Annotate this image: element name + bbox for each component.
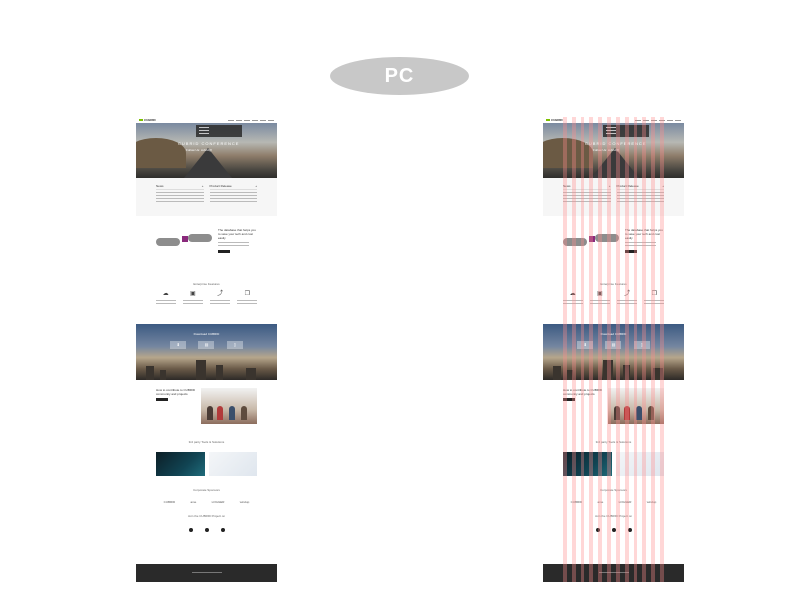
mockup-col1-title: News bbox=[156, 184, 164, 188]
mockup-city-title: Download CUBRID bbox=[600, 332, 627, 336]
download-icon[interactable]: ⬇ bbox=[577, 341, 594, 349]
document-icon[interactable]: ▯ bbox=[633, 341, 650, 349]
mockup-more-button[interactable] bbox=[218, 250, 230, 253]
mockup-contrib-heading: How to contribute to CUBRID community an… bbox=[563, 388, 603, 396]
sponsor-logo[interactable]: CUBRID bbox=[164, 500, 176, 504]
mockup-hero: CUBRID CONFERENCE Follow Us: cubrid@ bbox=[543, 123, 684, 178]
mockup-hands-heading: The database that helps you to save your… bbox=[218, 228, 256, 240]
mockup-sponsors: CUBRID ame LOGGER windup bbox=[136, 496, 277, 508]
cloud-icon: ☁ bbox=[162, 291, 169, 297]
github-icon[interactable] bbox=[595, 528, 600, 532]
mockup-contrib-section: How to contribute to CUBRID community an… bbox=[136, 380, 277, 434]
sponsor-logo[interactable]: ame bbox=[597, 500, 603, 504]
mockup-logo: CUBRID bbox=[546, 118, 563, 122]
pc-label-pill: PC bbox=[330, 57, 469, 95]
social-icon[interactable] bbox=[220, 528, 225, 532]
chart-icon: ⤴ bbox=[624, 291, 631, 297]
cloud-icon: ☁ bbox=[569, 291, 576, 297]
mockup-features: ☁ ▣ ⤴ ❐ bbox=[136, 290, 277, 316]
sponsor-logo[interactable]: LOGGER bbox=[619, 500, 632, 504]
mockup-hands-section: The database that helps you to save your… bbox=[136, 216, 277, 276]
social-icon[interactable] bbox=[627, 528, 632, 532]
mockup-tools-title: 3rd party Tools & Solutions bbox=[595, 440, 632, 444]
mockup-hero-subtitle: Follow Us: cubrid@ bbox=[186, 148, 213, 152]
book-icon[interactable]: ▤ bbox=[605, 341, 622, 349]
mockup-col2-title: Product Release bbox=[616, 184, 639, 188]
chart-icon: ⤴ bbox=[217, 291, 224, 297]
mockup-city-title: Download CUBRID bbox=[193, 332, 220, 336]
mockup-features-title: Enterprise Features bbox=[193, 282, 220, 286]
image-icon: ▣ bbox=[597, 291, 603, 297]
mockup-dropdown-menu bbox=[196, 125, 242, 137]
mockup-hero-subtitle: Follow Us: cubrid@ bbox=[593, 148, 620, 152]
sponsor-logo[interactable]: LOGGER bbox=[212, 500, 225, 504]
mockup-tool-card-light[interactable] bbox=[208, 452, 257, 476]
pc-mockup-left: CUBRID CUBRID CONFERENCE Follow Us: cubr… bbox=[136, 117, 277, 582]
mockup-sponsors-title: Corporate Sponsors bbox=[193, 488, 220, 492]
document-icon[interactable]: ▯ bbox=[226, 341, 243, 349]
mockup-tool-card-light[interactable] bbox=[615, 452, 664, 476]
mockup-tool-card-dark[interactable] bbox=[563, 452, 612, 476]
mockup-city-banner: Download CUBRID ⬇ ▤ ▯ bbox=[136, 324, 277, 380]
mockup-join-title: Join the CUBRID Project on bbox=[594, 514, 633, 518]
github-icon[interactable] bbox=[188, 528, 193, 532]
mockup-hands-heading: The database that helps you to save your… bbox=[625, 228, 663, 240]
download-icon[interactable]: ⬇ bbox=[170, 341, 187, 349]
mockup-tool-card-dark[interactable] bbox=[156, 452, 205, 476]
sponsor-logo[interactable]: windup bbox=[240, 500, 250, 504]
mockup-hands-image bbox=[156, 228, 212, 258]
mockup-sponsors-title: Corporate Sponsors bbox=[600, 488, 627, 492]
mockup-features-title: Enterprise Features bbox=[600, 282, 627, 286]
mockup-team-photo bbox=[608, 388, 664, 424]
mockup-hero-title: CUBRID CONFERENCE bbox=[585, 141, 647, 146]
pc-label: PC bbox=[384, 64, 415, 87]
mockup-tools-title: 3rd party Tools & Solutions bbox=[188, 440, 225, 444]
mockup-more-button[interactable] bbox=[625, 250, 637, 253]
mockup-nav bbox=[228, 119, 274, 121]
copy-icon: ❐ bbox=[651, 291, 658, 297]
mockup-footer bbox=[543, 564, 684, 582]
mockup-contrib-button[interactable] bbox=[156, 398, 168, 401]
map-pin-icon[interactable] bbox=[611, 528, 616, 532]
sponsor-logo[interactable]: ame bbox=[190, 500, 196, 504]
book-icon[interactable]: ▤ bbox=[198, 341, 215, 349]
sponsor-logo[interactable]: windup bbox=[647, 500, 657, 504]
copy-icon: ❐ bbox=[244, 291, 251, 297]
mockup-contrib-button[interactable] bbox=[563, 398, 575, 401]
mockup-col1-title: News bbox=[563, 184, 571, 188]
mockup-hero: CUBRID CONFERENCE Follow Us: cubrid@ bbox=[136, 123, 277, 178]
mockup-col2-title: Product Release bbox=[209, 184, 232, 188]
image-icon: ▣ bbox=[190, 291, 196, 297]
mockup-logo: CUBRID bbox=[139, 118, 156, 122]
sponsor-logo[interactable]: CUBRID bbox=[571, 500, 583, 504]
mockup-footer bbox=[136, 564, 277, 582]
mockup-news-section: News + Product Release + bbox=[136, 178, 277, 216]
pc-mockup-right-grid: CUBRID CUBRID CONFERENCE Follow Us: cubr… bbox=[543, 117, 684, 582]
mockup-contrib-heading: How to contribute to CUBRID community an… bbox=[156, 388, 196, 396]
mockup-hero-title: CUBRID CONFERENCE bbox=[178, 141, 240, 146]
map-pin-icon[interactable] bbox=[204, 528, 209, 532]
mockup-team-photo bbox=[201, 388, 257, 424]
mockup-join-title: Join the CUBRID Project on bbox=[187, 514, 226, 518]
